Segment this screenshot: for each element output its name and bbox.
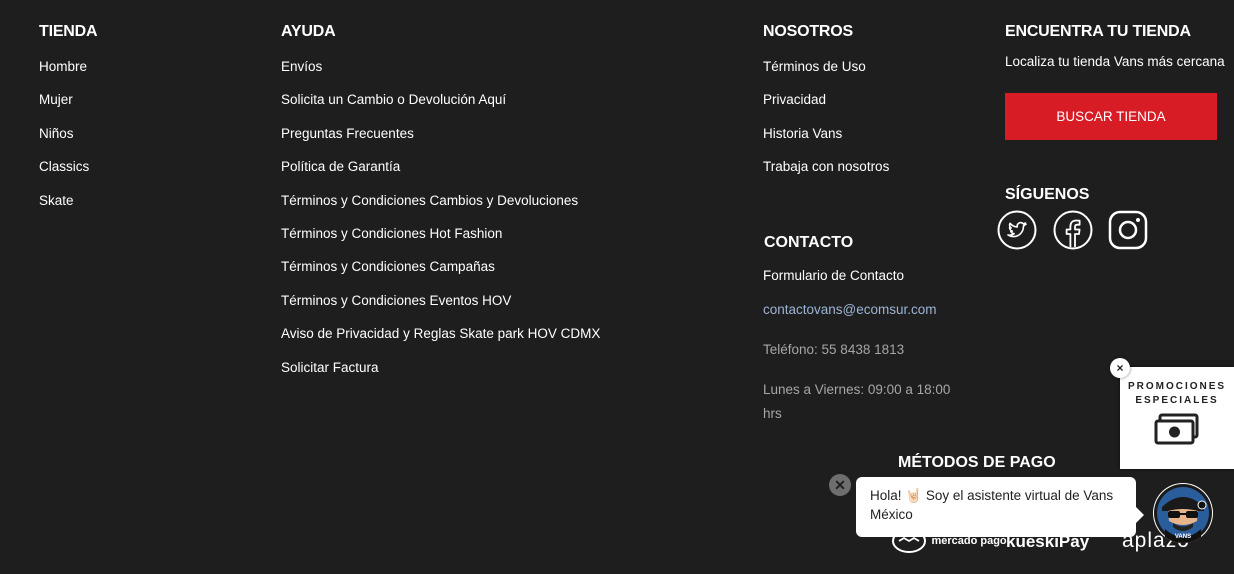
link-privacidad[interactable]: Privacidad xyxy=(763,83,889,116)
contact-hours: Lunes a Viernes: 09:00 a 18:00 xyxy=(763,382,951,397)
metodos-pago-heading: MÉTODOS DE PAGO xyxy=(898,454,1056,471)
link-tyc-cambios[interactable]: Términos y Condiciones Cambios y Devoluc… xyxy=(281,184,600,217)
ayuda-heading: AYUDA xyxy=(281,23,336,40)
link-trabaja-nosotros[interactable]: Trabaja con nosotros xyxy=(763,150,889,183)
tienda-heading: TIENDA xyxy=(39,23,98,40)
mercado-pago-text: mercado pago xyxy=(931,534,1007,547)
link-preguntas-frecuentes[interactable]: Preguntas Frecuentes xyxy=(281,117,600,150)
instagram-icon[interactable] xyxy=(1108,210,1148,250)
promo-line-1: PROMOCIONES xyxy=(1127,381,1227,392)
money-icon xyxy=(1154,413,1199,445)
link-solicitar-factura[interactable]: Solicitar Factura xyxy=(281,351,600,384)
link-historia-vans[interactable]: Historia Vans xyxy=(763,117,889,150)
link-hombre[interactable]: Hombre xyxy=(39,50,97,83)
link-classics[interactable]: Classics xyxy=(39,150,97,183)
contact-hours-suffix: hrs xyxy=(763,406,782,421)
contact-phone: Teléfono: 55 8438 1813 xyxy=(763,342,905,357)
assistant-avatar-icon: VANS xyxy=(1154,484,1212,543)
contact-form-link[interactable]: Formulario de Contacto xyxy=(763,268,904,283)
chat-message: Hola! 🤘🏻 Soy el asistente virtual de Van… xyxy=(870,488,1114,522)
chat-assistant-avatar[interactable]: VANS xyxy=(1153,483,1213,543)
facebook-icon[interactable] xyxy=(1053,210,1093,250)
link-politica-garantia[interactable]: Política de Garantía xyxy=(281,150,600,183)
ayuda-links: Envíos Solicita un Cambio o Devolución A… xyxy=(281,50,600,384)
link-envios[interactable]: Envíos xyxy=(281,50,600,83)
link-aviso-privacidad[interactable]: Aviso de Privacidad y Reglas Skate park … xyxy=(281,317,600,350)
promo-close-button[interactable]: × xyxy=(1110,358,1130,378)
link-cambio-devolucion[interactable]: Solicita un Cambio o Devolución Aquí xyxy=(281,83,600,116)
twitter-icon[interactable] xyxy=(997,210,1037,250)
siguenos-heading: SÍGUENOS xyxy=(1005,186,1090,203)
link-mujer[interactable]: Mujer xyxy=(39,83,97,116)
contact-email-link[interactable]: contactovans@ecomsur.com xyxy=(763,302,937,317)
chat-close-button[interactable]: ✕ xyxy=(829,474,851,496)
find-store-subtitle: Localiza tu tienda Vans más cercana xyxy=(1005,54,1225,69)
nosotros-heading: NOSOTROS xyxy=(763,23,853,40)
tienda-links: Hombre Mujer Niños Classics Skate xyxy=(39,50,97,217)
promo-line-2: ESPECIALES xyxy=(1135,395,1219,406)
footer-column-ayuda: AYUDA Envíos Solicita un Cambio o Devolu… xyxy=(281,20,600,384)
footer-column-nosotros: NOSOTROS Términos de Uso Privacidad Hist… xyxy=(763,20,889,184)
find-store-section: ENCUENTRA TU TIENDA Localiza tu tienda V… xyxy=(1005,20,1225,69)
find-store-heading: ENCUENTRA TU TIENDA xyxy=(1005,23,1191,40)
footer-column-tienda: TIENDA Hombre Mujer Niños Classics Skate xyxy=(39,20,98,217)
nosotros-links: Términos de Uso Privacidad Historia Vans… xyxy=(763,50,889,184)
avatar-vans-label: VANS xyxy=(1175,534,1191,540)
link-terminos-uso[interactable]: Términos de Uso xyxy=(763,50,889,83)
promociones-especiales-widget[interactable]: PROMOCIONES ESPECIALES xyxy=(1120,367,1234,469)
link-tyc-campanas[interactable]: Términos y Condiciones Campañas xyxy=(281,250,600,283)
link-tyc-hot-fashion[interactable]: Términos y Condiciones Hot Fashion xyxy=(281,217,600,250)
chat-welcome-bubble[interactable]: Hola! 🤘🏻 Soy el asistente virtual de Van… xyxy=(856,477,1144,537)
link-skate[interactable]: Skate xyxy=(39,184,97,217)
contacto-heading: CONTACTO xyxy=(764,234,854,251)
link-ninos[interactable]: Niños xyxy=(39,117,97,150)
buscar-tienda-button[interactable]: BUSCAR TIENDA xyxy=(1005,93,1217,140)
link-tyc-eventos[interactable]: Términos y Condiciones Eventos HOV xyxy=(281,284,600,317)
